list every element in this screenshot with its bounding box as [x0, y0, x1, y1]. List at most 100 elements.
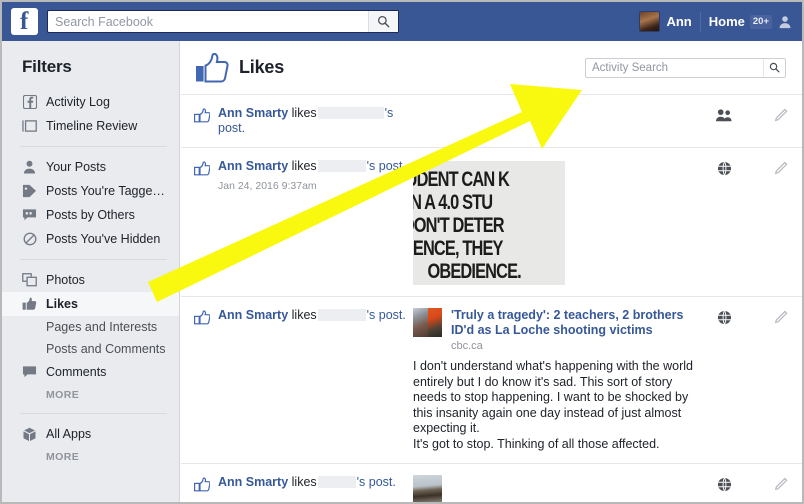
table-row[interactable]: Ann Smarty likes 's post. 'Truly a traged…: [181, 297, 802, 464]
globe-icon[interactable]: [716, 309, 732, 325]
table-row[interactable]: Ann Smarty likes 's post. Jan 24, 2016 9:…: [181, 148, 802, 297]
story-suffix: 's post.: [366, 159, 406, 173]
thumbs-up-icon: [22, 297, 37, 312]
globe-icon[interactable]: [716, 160, 732, 176]
pencil-icon[interactable]: [772, 107, 788, 123]
like-activity-icon: [194, 476, 211, 492]
facebook-activity-log-page: Ann Home 20+ Filters Activity Log: [0, 0, 804, 504]
link-thumbnail: [413, 308, 442, 337]
row-story: Ann Smarty likes 's post.: [181, 475, 413, 502]
row-actions: [716, 159, 802, 285]
actor-name[interactable]: Ann Smarty: [218, 159, 288, 173]
friends-icon[interactable]: [716, 107, 732, 123]
activity-search-input[interactable]: [586, 58, 763, 77]
like-activity-icon: [194, 160, 211, 176]
sidebar-item-label: Likes: [46, 297, 78, 311]
timestamp: Jan 24, 2016 9:37am: [218, 180, 317, 192]
row-headline: Ann Smarty likes 's post.: [194, 475, 413, 492]
row-content: I STUDENT CAN K THAN A 4.0 STU ES DON'T …: [413, 159, 716, 285]
speech-bubble-icon: [22, 208, 37, 223]
row-content: [413, 106, 716, 136]
cube-icon: [22, 427, 37, 442]
pencil-icon[interactable]: [772, 476, 788, 492]
actor-name[interactable]: Ann Smarty: [218, 308, 288, 322]
page-title: Likes: [239, 57, 285, 77]
sidebar-group-1: Activity Log Timeline Review: [2, 90, 179, 138]
sidebar-item-posts-youve-hidden[interactable]: Posts You've Hidden: [2, 227, 179, 251]
row-content: 'Truly a tragedy': 2 teachers, 2 brother…: [413, 308, 716, 452]
sidebar-item-label: All Apps: [46, 427, 92, 441]
search-icon[interactable]: [763, 58, 785, 77]
story-text: Ann Smarty likes 's post.: [218, 159, 406, 174]
sidebar-group-4: All Apps MORE: [2, 422, 179, 467]
sidebar-item-your-posts[interactable]: Your Posts: [2, 155, 179, 179]
notification-badge[interactable]: 20+: [749, 14, 772, 29]
actor-name[interactable]: Ann Smarty: [218, 475, 288, 489]
sidebar-item-posts-youre-tagged-in[interactable]: Posts You're Tagge…: [2, 179, 179, 203]
post-image[interactable]: I STUDENT CAN K THAN A 4.0 STU ES DON'T …: [413, 161, 565, 285]
timeline-review-icon: [22, 119, 37, 134]
sidebar-item-label: Timeline Review: [46, 119, 138, 133]
person-icon: [22, 160, 37, 175]
no-entry-icon: [22, 232, 37, 247]
facebook-search-box[interactable]: [47, 10, 399, 33]
sidebar-item-label: Activity Log: [46, 95, 110, 109]
story-verb: likes: [291, 308, 317, 322]
pencil-icon[interactable]: [772, 309, 788, 325]
link-title[interactable]: 'Truly a tragedy': 2 teachers, 2 brother…: [451, 308, 708, 338]
sidebar-item-label: Posts You've Hidden: [46, 232, 161, 246]
redacted-name: [317, 107, 384, 119]
search-input[interactable]: [48, 11, 368, 32]
topbar-right-nav: Ann Home 20+: [631, 2, 802, 41]
facebook-f-logo-icon[interactable]: [11, 6, 38, 37]
sidebar-divider: [20, 259, 167, 260]
activity-rows: Ann Smarty likes 's post. Ann Smarty like…: [181, 94, 802, 502]
story-verb: likes: [291, 106, 317, 120]
account-name: Ann: [666, 14, 692, 29]
redacted-name: [317, 160, 366, 172]
story-text: Ann Smarty likes's post.: [218, 106, 413, 136]
main-header: Likes: [181, 41, 802, 94]
sidebar-subitem-posts-and-comments[interactable]: Posts and Comments: [2, 338, 179, 360]
sidebar-item-label: Comments: [46, 365, 107, 379]
like-activity-icon: [194, 309, 211, 325]
sidebar-item-comments[interactable]: Comments: [2, 360, 179, 384]
globe-icon[interactable]: [716, 476, 732, 492]
sidebar-subitem-pages-and-interests[interactable]: Pages and Interests: [2, 316, 179, 338]
sidebar-group-3: Photos Likes Pages and Interests Posts a…: [2, 268, 179, 405]
row-actions: [716, 475, 802, 502]
home-link[interactable]: Home: [701, 14, 753, 29]
post-photo-thumbnail[interactable]: [413, 475, 442, 502]
sidebar-item-label: Posts by Others: [46, 208, 135, 222]
profile-link[interactable]: Ann: [631, 2, 699, 41]
sidebar-more-apps[interactable]: MORE: [2, 446, 179, 467]
story-verb: likes: [291, 475, 317, 489]
story-suffix: 's post.: [356, 475, 396, 489]
search-icon[interactable]: [368, 11, 398, 32]
shared-link-preview[interactable]: 'Truly a tragedy': 2 teachers, 2 brother…: [413, 308, 708, 352]
thumbs-up-icon: [195, 52, 229, 83]
sidebar-more-likes[interactable]: MORE: [2, 384, 179, 405]
sidebar-group-2: Your Posts Posts You're Tagge… Posts by …: [2, 155, 179, 251]
facebook-top-navbar: Ann Home 20+: [2, 2, 802, 41]
sidebar-item-label: Your Posts: [46, 160, 106, 174]
sidebar-item-photos[interactable]: Photos: [2, 268, 179, 292]
redacted-name: [317, 476, 356, 488]
sidebar-item-timeline-review[interactable]: Timeline Review: [2, 114, 179, 138]
redacted-name: [317, 309, 366, 321]
sidebar-item-all-apps[interactable]: All Apps: [2, 422, 179, 446]
table-row[interactable]: Ann Smarty likes's post.: [181, 95, 802, 148]
sidebar-title: Filters: [22, 57, 72, 76]
sidebar-item-label: Posts You're Tagge…: [46, 184, 165, 198]
sidebar-item-activity-log[interactable]: Activity Log: [2, 90, 179, 114]
sidebar-item-posts-by-others[interactable]: Posts by Others: [2, 203, 179, 227]
actor-name[interactable]: Ann Smarty: [218, 106, 288, 120]
activity-search-box[interactable]: [585, 57, 786, 78]
sidebar-item-likes[interactable]: Likes: [2, 292, 179, 316]
table-row[interactable]: Ann Smarty likes 's post. Good morning fr…: [181, 464, 802, 502]
friend-requests-icon[interactable]: [772, 15, 798, 29]
pencil-icon[interactable]: [772, 160, 788, 176]
story-verb: likes: [291, 159, 317, 173]
post-body-text: I don't understand what's happening with…: [413, 359, 693, 451]
row-story: Ann Smarty likes's post.: [181, 106, 413, 136]
